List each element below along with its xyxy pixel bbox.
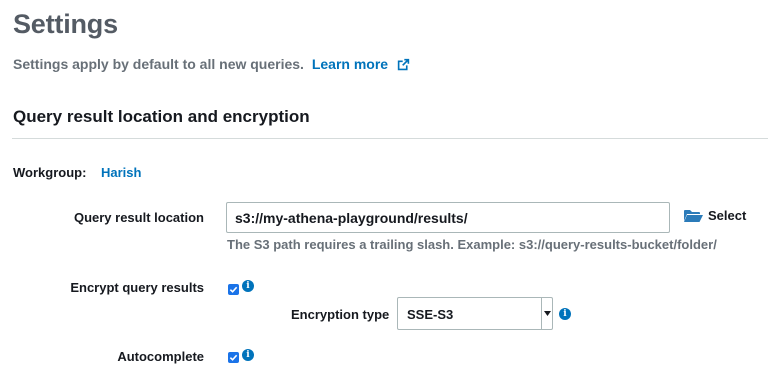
checkmark-icon (229, 354, 238, 361)
info-icon[interactable]: i (242, 349, 254, 361)
select-label: Select (708, 208, 747, 223)
encryption-type-select[interactable]: SSE-S3 (397, 297, 553, 330)
query-result-location-input[interactable] (226, 202, 670, 233)
learn-more-link[interactable]: Learn more (312, 56, 410, 72)
caret-down-icon (541, 298, 552, 329)
page-title: Settings (13, 9, 118, 39)
folder-open-icon (684, 209, 703, 222)
checkmark-icon (229, 286, 238, 293)
learn-more-label: Learn more (311, 56, 389, 72)
encryption-type-label: Encryption type (291, 307, 390, 322)
query-result-location-label: Query result location (73, 210, 204, 225)
section-divider (12, 138, 768, 139)
page-subtitle: Settings apply by default to all new que… (13, 56, 410, 72)
workgroup-label: Workgroup: (13, 165, 87, 180)
info-icon[interactable]: i (559, 308, 571, 320)
encryption-type-value: SSE-S3 (407, 307, 454, 322)
section-title: Query result location and encryption (13, 107, 310, 126)
location-hint: The S3 path requires a trailing slash. E… (227, 237, 717, 252)
subtitle-text: Settings apply by default to all new que… (13, 56, 304, 72)
info-icon[interactable]: i (242, 280, 254, 292)
encrypt-query-results-checkbox[interactable] (228, 284, 239, 295)
external-link-icon (397, 58, 410, 71)
autocomplete-checkbox[interactable] (228, 352, 239, 363)
workgroup-link[interactable]: Harish (101, 165, 141, 180)
select-s3-location-button[interactable]: Select (683, 208, 746, 223)
autocomplete-label: Autocomplete (117, 349, 204, 364)
encrypt-query-results-label: Encrypt query results (70, 280, 204, 295)
